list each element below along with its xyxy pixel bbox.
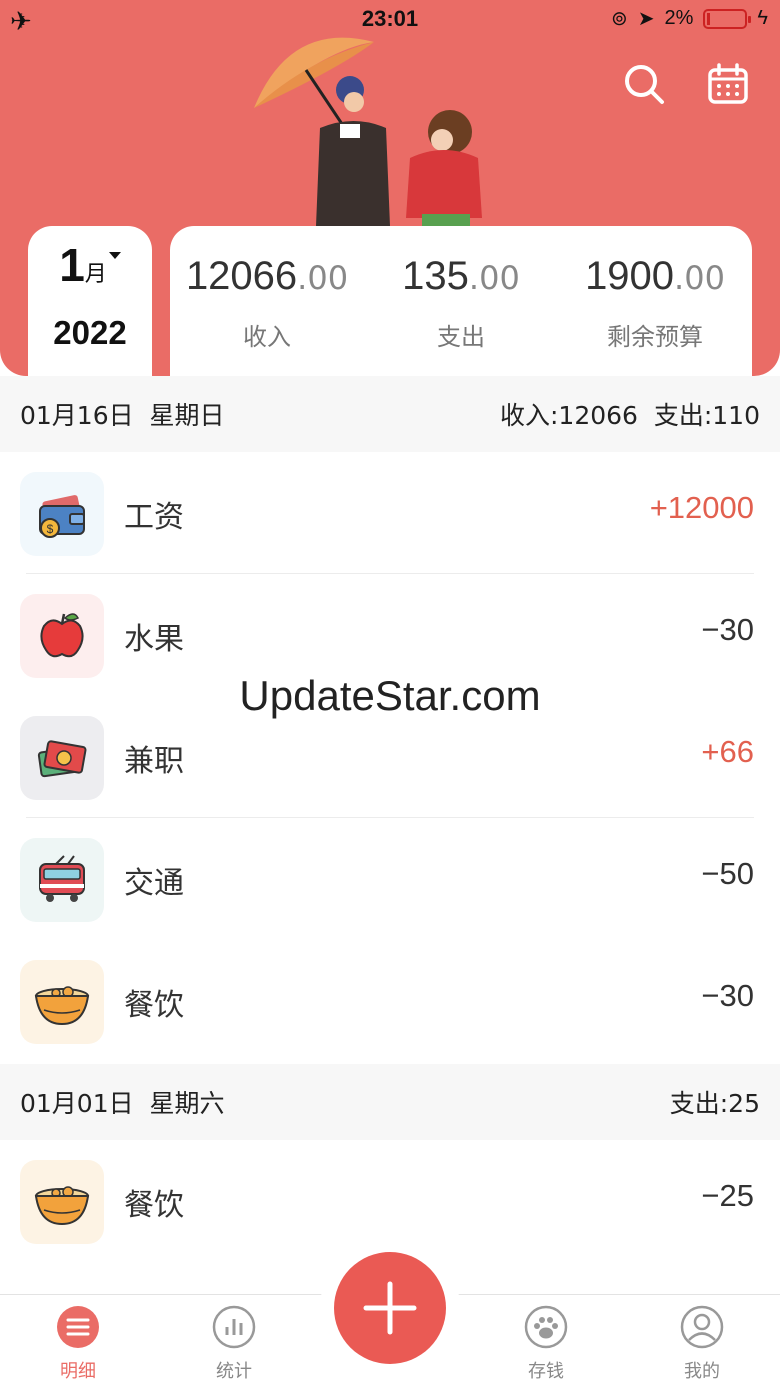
summary-expense[interactable]: 135.00 支出 bbox=[364, 226, 558, 376]
expense-amount: 135 bbox=[402, 254, 469, 298]
category-label: 餐饮 bbox=[124, 988, 184, 1023]
chart-icon bbox=[212, 1305, 256, 1349]
category-label: 工资 bbox=[124, 500, 184, 535]
expense-label: 支出 bbox=[437, 323, 485, 351]
svg-text:$: $ bbox=[47, 522, 54, 536]
budget-amount: 1900 bbox=[585, 254, 675, 298]
tab-label: 统计 bbox=[216, 1361, 252, 1382]
paw-icon bbox=[524, 1305, 568, 1349]
category-label: 交通 bbox=[124, 866, 184, 901]
record-amount: +12000 bbox=[649, 490, 754, 525]
expense-decimal: .00 bbox=[468, 259, 520, 297]
record-amount: −30 bbox=[701, 978, 754, 1013]
tab-label: 明细 bbox=[60, 1361, 96, 1382]
status-right: ⊚ ➤ 2% ϟ bbox=[611, 6, 768, 31]
list-item[interactable]: 餐饮 −30 bbox=[0, 940, 780, 1062]
day-header: 01月01日 星期六 支出:25 bbox=[0, 1064, 780, 1140]
day-totals: 支出:25 bbox=[669, 1089, 760, 1118]
tab-profile[interactable]: 我的 bbox=[652, 1305, 752, 1383]
month-selector[interactable]: 1月 bbox=[28, 238, 152, 292]
record-amount: +66 bbox=[701, 734, 754, 769]
calendar-icon[interactable] bbox=[706, 62, 750, 106]
summary-budget[interactable]: 1900.00 剩余预算 bbox=[558, 226, 752, 376]
income-decimal: .00 bbox=[297, 259, 349, 297]
month-picker[interactable]: 1月 2022 bbox=[28, 226, 152, 376]
rotation-lock-icon: ⊚ bbox=[610, 8, 628, 30]
category-label: 兼职 bbox=[124, 744, 184, 779]
day-date: 01月16日 星期日 bbox=[20, 401, 225, 430]
summary-income[interactable]: 12066.00 收入 bbox=[170, 226, 364, 376]
red-envelope-icon bbox=[20, 716, 104, 800]
record-amount: −25 bbox=[701, 1178, 754, 1213]
header: ✈ 23:01 ⊚ ➤ 2% ϟ 1月 2022 12066.00 收入 135… bbox=[0, 0, 780, 376]
search-icon[interactable] bbox=[622, 62, 666, 106]
wallet-icon: $ bbox=[20, 472, 104, 556]
summary-card: 12066.00 收入 135.00 支出 1900.00 剩余预算 bbox=[170, 226, 752, 376]
battery-percent: 2% bbox=[664, 7, 694, 29]
couple-umbrella-illustration bbox=[254, 37, 482, 226]
plus-icon bbox=[363, 1281, 417, 1335]
month-number: 1 bbox=[59, 239, 85, 291]
day-totals: 收入:12066 支出:110 bbox=[500, 401, 760, 430]
tab-savings[interactable]: 存钱 bbox=[496, 1305, 596, 1383]
noodle-bowl-icon bbox=[20, 1160, 104, 1244]
list-item[interactable]: $ 工资 +12000 bbox=[0, 452, 780, 574]
watermark: UpdateStar.com bbox=[239, 672, 541, 719]
day-header: 01月16日 星期日 收入:12066 支出:110 bbox=[0, 376, 780, 452]
apple-icon bbox=[20, 594, 104, 678]
caret-down-icon bbox=[108, 252, 121, 259]
tram-icon bbox=[20, 838, 104, 922]
battery-icon bbox=[703, 8, 752, 29]
tab-statistics[interactable]: 统计 bbox=[184, 1305, 284, 1383]
day-date: 01月01日 星期六 bbox=[20, 1089, 225, 1118]
budget-label: 剩余预算 bbox=[607, 323, 703, 351]
income-amount: 12066 bbox=[185, 254, 298, 298]
year-label: 2022 bbox=[53, 314, 127, 351]
noodle-bowl-icon bbox=[20, 960, 104, 1044]
list-icon bbox=[57, 1306, 99, 1348]
month-unit: 月 bbox=[84, 262, 107, 287]
category-label: 餐饮 bbox=[124, 1188, 184, 1223]
user-icon bbox=[680, 1305, 724, 1349]
income-label: 收入 bbox=[243, 323, 291, 351]
tab-label: 存钱 bbox=[528, 1361, 564, 1382]
list-item[interactable]: 交通 −50 bbox=[0, 818, 780, 940]
location-icon: ➤ bbox=[637, 8, 655, 30]
add-record-button[interactable] bbox=[334, 1252, 446, 1364]
charging-icon: ϟ bbox=[757, 7, 768, 29]
record-amount: −50 bbox=[701, 856, 754, 891]
tab-details[interactable]: 明细 bbox=[28, 1305, 128, 1383]
record-amount: −30 bbox=[701, 612, 754, 647]
category-label: 水果 bbox=[124, 622, 184, 657]
tab-label: 我的 bbox=[684, 1361, 720, 1382]
budget-decimal: .00 bbox=[674, 259, 725, 297]
